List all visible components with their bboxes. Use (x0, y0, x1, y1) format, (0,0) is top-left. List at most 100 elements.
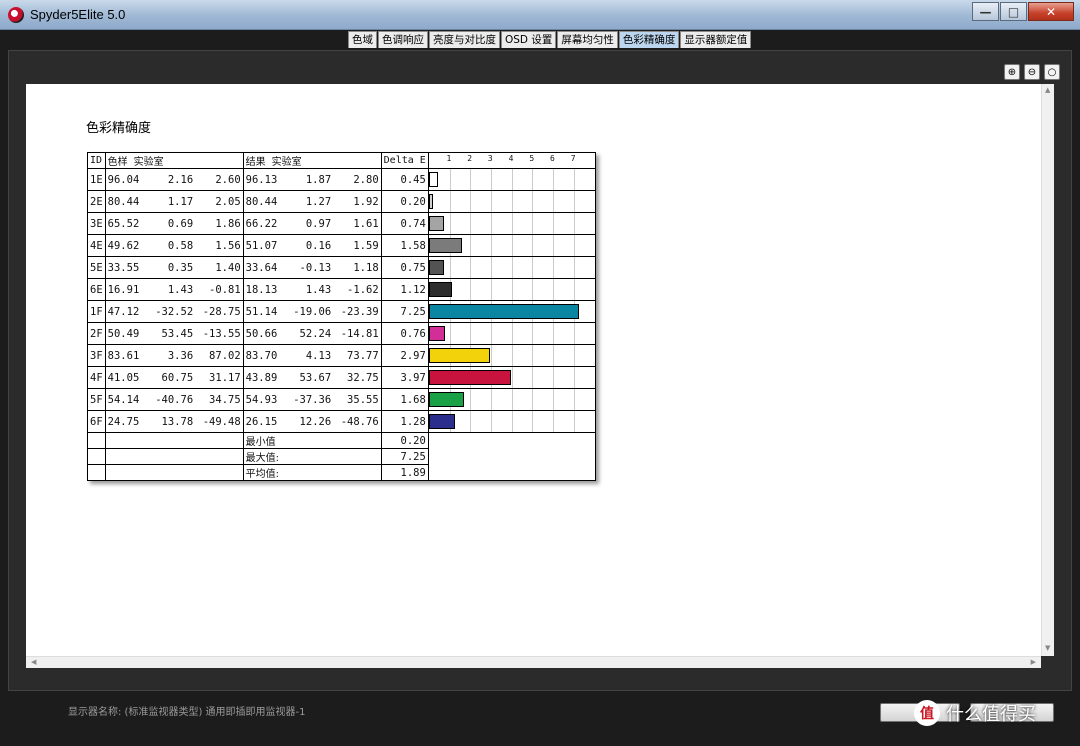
tab-6[interactable]: 显示器额定值 (680, 31, 752, 48)
result-lab: 66.22 0.97 1.61 (242, 212, 382, 235)
tab-5[interactable]: 色彩精确度 (618, 31, 680, 48)
sample-a: 0.58 (167, 239, 194, 252)
result-a: 0.16 (305, 239, 332, 252)
tab-2[interactable]: 亮度与对比度 (429, 31, 500, 48)
grid-line (553, 367, 554, 388)
minimize-button[interactable]: — (972, 2, 999, 21)
delta-e: 1.28 (380, 410, 429, 433)
close-button[interactable]: ✕ (1028, 2, 1074, 21)
zoom-out-icon[interactable]: ⊖ (1024, 64, 1040, 80)
tab-3[interactable]: OSD 设置 (501, 31, 557, 48)
grid-line (573, 279, 575, 300)
delta-e: 0.45 (380, 168, 429, 191)
delta-bar-cell (427, 256, 596, 279)
result-a: -0.13 (299, 261, 332, 274)
grid-line (490, 323, 492, 344)
grid-line (553, 279, 554, 300)
zoom-fit-icon[interactable]: ○ (1044, 64, 1060, 80)
delta-e: 1.68 (380, 388, 429, 411)
row-id: 6E (87, 278, 106, 301)
tab-0[interactable]: 色域 (348, 31, 377, 48)
sample-a: 0.69 (167, 217, 194, 230)
result-lab: 26.15 12.26 -48.76 (242, 410, 382, 433)
sample-a: -32.52 (155, 305, 194, 318)
result-l: 50.66 (245, 327, 278, 340)
sample-lab: 83.61 3.36 87.02 (104, 344, 244, 367)
grid-line (511, 169, 513, 190)
delta-bar-cell (427, 190, 596, 213)
grid-line (470, 389, 472, 410)
scroll-right-icon[interactable]: ▶ (1031, 658, 1036, 666)
grid-line (573, 323, 575, 344)
sample-l: 54.14 (107, 393, 140, 406)
grid-line (532, 257, 534, 278)
tab-bar: 色域 色调响应 亮度与对比度 OSD 设置 屏幕均匀性 色彩精确度 显示器额定值 (348, 31, 752, 48)
sample-b: 34.75 (209, 393, 241, 406)
row-id: 4E (87, 234, 106, 257)
scale-tick: 6 (550, 153, 555, 163)
delta-bar-cell (427, 278, 596, 301)
table-row: 1F 47.12 -32.52 -28.75 51.14 -19.06 -23.39 7.25 (87, 300, 596, 323)
scroll-up-icon[interactable]: ▲ (1045, 86, 1050, 94)
delta-bar-cell (427, 300, 596, 323)
scale-tick: 3 (487, 153, 493, 163)
summary-label: 最小值 (242, 432, 382, 449)
tab-1[interactable]: 色调响应 (378, 31, 428, 48)
sample-lab: 33.55 0.35 1.40 (104, 256, 244, 279)
vertical-scrollbar[interactable]: ▲ ▼ (1041, 84, 1054, 656)
row-id: 1F (87, 300, 106, 323)
delta-e-bar (428, 260, 445, 275)
tab-4[interactable]: 屏幕均匀性 (557, 31, 618, 48)
grid-line (449, 257, 451, 278)
summary-value: 0.20 (380, 432, 429, 449)
sample-b: -28.75 (202, 305, 241, 318)
result-b: 1.92 (353, 195, 379, 208)
result-l: 26.15 (245, 415, 278, 428)
result-lab: 33.64 -0.13 1.18 (242, 256, 382, 279)
sample-l: 49.62 (107, 239, 140, 252)
grid-line (490, 257, 492, 278)
sample-b: -49.48 (202, 415, 241, 428)
result-lab: 54.93 -37.36 35.55 (242, 388, 382, 411)
result-b: -1.62 (347, 283, 379, 296)
summary-blank (104, 432, 244, 449)
sample-a: 0.35 (167, 261, 194, 274)
zoom-in-icon[interactable]: ⊕ (1004, 64, 1020, 80)
window-title: Spyder5Elite 5.0 (30, 7, 126, 22)
grid-line (470, 323, 472, 344)
result-b: 1.59 (353, 239, 379, 252)
header-id: ID (87, 152, 106, 169)
grid-line (553, 411, 554, 432)
result-lab: 96.13 1.87 2.80 (242, 168, 382, 191)
grid-line (490, 389, 492, 410)
delta-e-bar (428, 172, 439, 187)
delta-e-bar (428, 414, 456, 429)
sample-lab: 96.04 2.16 2.60 (104, 168, 244, 191)
scroll-down-icon[interactable]: ▼ (1045, 644, 1050, 652)
accuracy-table: ID 色样 实验室 结果 实验室 Delta E 1 2 3 4 5 6 7 1E 96.04… (87, 152, 596, 481)
sample-lab: 16.91 1.43 -0.81 (104, 278, 244, 301)
maximize-button[interactable]: □ (1000, 2, 1027, 21)
horizontal-scrollbar[interactable]: ◀ ▶ (26, 656, 1041, 668)
result-a: 52.24 (299, 327, 332, 340)
scroll-left-icon[interactable]: ◀ (31, 658, 36, 666)
table-row: 2F 50.49 53.45 -13.55 50.66 52.24 -14.81 0.76 (87, 322, 596, 345)
grid-line (470, 257, 472, 278)
report-view: 色彩精确度 ID 色样 实验室 结果 实验室 Delta E 1 2 3 4 5 6 7 1… (26, 84, 1041, 656)
table-row: 1E 96.04 2.16 2.60 96.13 1.87 2.80 0.45 (87, 168, 596, 191)
grid-line (573, 389, 575, 410)
sample-b: -13.55 (202, 327, 241, 340)
result-l: 83.70 (245, 349, 278, 362)
summary-value: 7.25 (380, 448, 429, 465)
result-lab: 50.66 52.24 -14.81 (242, 322, 382, 345)
summary-blank (87, 464, 106, 481)
result-a: -37.36 (293, 393, 332, 406)
grid-line (490, 169, 492, 190)
result-b: -23.39 (340, 305, 379, 318)
result-a: 1.43 (305, 283, 332, 296)
sample-a: -40.76 (155, 393, 194, 406)
result-b: 1.18 (353, 261, 379, 274)
grid-line (490, 235, 492, 256)
sample-b: -0.81 (209, 283, 241, 296)
grid-line (573, 257, 575, 278)
